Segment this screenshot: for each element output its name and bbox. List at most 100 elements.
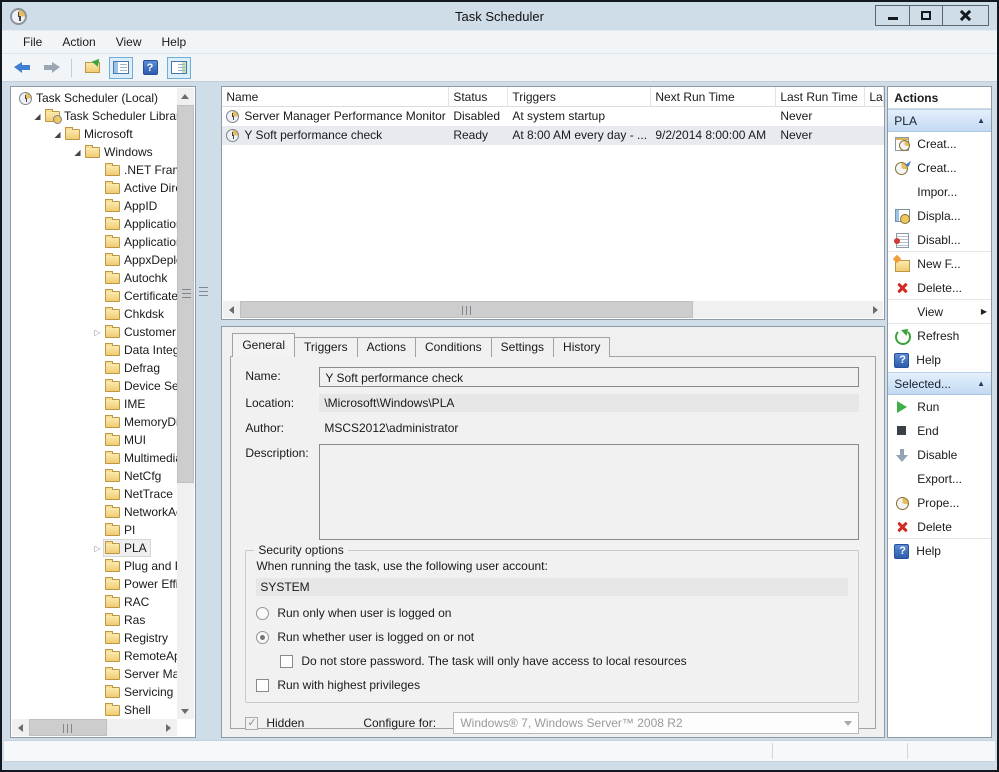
task-list-horizontal-scrollbar[interactable] xyxy=(223,301,883,318)
action-item[interactable]: End ▶ xyxy=(888,419,991,443)
back-button[interactable] xyxy=(10,57,34,79)
tree-expander-icon[interactable] xyxy=(91,544,104,553)
scroll-left-icon[interactable] xyxy=(223,301,239,318)
tree-hscrollbar-thumb[interactable] xyxy=(29,719,107,736)
tree-item[interactable]: Data Integrity S xyxy=(12,341,177,359)
tab[interactable]: General xyxy=(232,333,295,357)
forward-button[interactable] xyxy=(39,57,63,79)
tree-item[interactable]: PI xyxy=(12,521,177,539)
column-header[interactable]: Name xyxy=(222,87,449,107)
tree-item[interactable]: MemoryDiagno xyxy=(12,413,177,431)
tree-item[interactable]: Device Setup xyxy=(12,377,177,395)
tree-item[interactable]: Server Manager xyxy=(12,665,177,683)
tree-item[interactable]: Autochk xyxy=(12,269,177,287)
tree-item[interactable]: .NET Framework xyxy=(12,161,177,179)
tree-item[interactable]: Shell xyxy=(12,701,177,719)
tree-scrollbar-thumb[interactable] xyxy=(177,105,194,483)
tree-item[interactable]: AppID xyxy=(12,197,177,215)
column-header[interactable]: Triggers xyxy=(508,87,651,107)
tree-item[interactable]: NetCfg xyxy=(12,467,177,485)
action-item[interactable]: Run ▶ xyxy=(888,395,991,419)
maximize-button[interactable] xyxy=(909,6,942,25)
action-item[interactable]: New F... ▶ xyxy=(888,252,991,276)
tree-item[interactable]: Plug and Play xyxy=(12,557,177,575)
tree-item[interactable]: RemoteApp and xyxy=(12,647,177,665)
action-item[interactable]: Disabl... ▶ xyxy=(888,228,991,252)
pane-splitter[interactable] xyxy=(196,86,222,738)
radio-run-only-logged-on[interactable] xyxy=(256,607,269,620)
column-header[interactable]: Next Run Time xyxy=(651,87,776,107)
tree-item[interactable]: Task Scheduler (Local) xyxy=(12,89,177,107)
tree-expander-icon[interactable] xyxy=(71,148,84,157)
action-item[interactable]: View ▶ xyxy=(888,300,991,324)
tree-item[interactable]: Windows xyxy=(12,143,177,161)
actions-group-header-selected[interactable]: Selected... ▲ xyxy=(888,372,991,395)
menu-item[interactable]: View xyxy=(107,32,151,52)
tree-item[interactable]: Power Efficienc xyxy=(12,575,177,593)
tree-item[interactable]: CertificateServic xyxy=(12,287,177,305)
tree-item[interactable]: Registry xyxy=(12,629,177,647)
tree-item[interactable]: Task Scheduler Library xyxy=(12,107,177,125)
action-item[interactable]: Help ▶ xyxy=(888,348,991,372)
tree-expander-icon[interactable] xyxy=(31,112,44,121)
tree-expander-icon[interactable] xyxy=(91,328,104,337)
checkbox-run-highest-privileges[interactable] xyxy=(256,679,269,692)
column-header[interactable]: Status xyxy=(449,87,508,107)
tree-item[interactable]: Application Exp xyxy=(12,215,177,233)
action-item[interactable]: Disable ▶ xyxy=(888,443,991,467)
tree-item[interactable]: Servicing xyxy=(12,683,177,701)
close-button[interactable] xyxy=(942,6,988,25)
tree-item[interactable]: NetTrace xyxy=(12,485,177,503)
tab[interactable]: Actions xyxy=(357,337,416,357)
tree-item[interactable]: Chkdsk xyxy=(12,305,177,323)
collapse-arrow-icon[interactable]: ▲ xyxy=(977,116,985,125)
tree-item[interactable]: Defrag xyxy=(12,359,177,377)
tree-item[interactable]: RAC xyxy=(12,593,177,611)
checkbox-hidden[interactable] xyxy=(245,717,258,730)
action-item[interactable]: Export... ▶ xyxy=(888,467,991,491)
tree-item[interactable]: ApplicationData xyxy=(12,233,177,251)
action-item[interactable]: Impor... ▶ xyxy=(888,180,991,204)
up-one-level-button[interactable] xyxy=(80,57,104,79)
tab[interactable]: Triggers xyxy=(294,337,358,357)
tree-item[interactable]: Active Directory xyxy=(12,179,177,197)
tab[interactable]: Conditions xyxy=(415,337,492,357)
collapse-arrow-icon[interactable]: ▲ xyxy=(977,379,985,388)
action-item[interactable]: Help ▶ xyxy=(888,539,991,563)
task-row[interactable]: Y Soft performance check Ready At 8:00 A… xyxy=(222,126,884,145)
radio-run-logged-on-or-not[interactable] xyxy=(256,631,269,644)
tree-vertical-scrollbar[interactable] xyxy=(177,88,194,719)
tree-item[interactable]: Multimedia xyxy=(12,449,177,467)
task-row[interactable]: Server Manager Performance Monitor Disab… xyxy=(222,107,884,126)
menu-item[interactable]: Action xyxy=(53,32,104,52)
tree-item[interactable]: MUI xyxy=(12,431,177,449)
action-item[interactable]: Creat... ▶ xyxy=(888,156,991,180)
tree-item[interactable]: Ras xyxy=(12,611,177,629)
tree-item[interactable]: Customer Exper xyxy=(12,323,177,341)
scroll-left-icon[interactable] xyxy=(12,719,28,736)
tab[interactable]: History xyxy=(553,337,610,357)
tree-horizontal-scrollbar[interactable] xyxy=(12,719,177,736)
scroll-right-icon[interactable] xyxy=(161,719,177,736)
scroll-up-icon[interactable] xyxy=(177,88,194,104)
tree-item[interactable]: IME xyxy=(12,395,177,413)
tree-item[interactable]: PLA xyxy=(12,539,177,557)
scroll-right-icon[interactable] xyxy=(867,301,883,318)
task-list-hscrollbar-thumb[interactable] xyxy=(240,301,693,318)
console-tree-toggle-button[interactable] xyxy=(109,57,133,79)
menu-item[interactable]: File xyxy=(14,32,51,52)
menu-item[interactable]: Help xyxy=(153,32,196,52)
description-field[interactable] xyxy=(319,444,859,540)
tree-item[interactable]: AppxDeployme xyxy=(12,251,177,269)
action-item[interactable]: Creat... ▶ xyxy=(888,132,991,156)
tree-item[interactable]: Microsoft xyxy=(12,125,177,143)
action-pane-toggle-button[interactable] xyxy=(167,57,191,79)
action-item[interactable]: Refresh ▶ xyxy=(888,324,991,348)
scroll-down-icon[interactable] xyxy=(177,703,194,719)
tree-expander-icon[interactable] xyxy=(51,130,64,139)
column-header[interactable]: Last Run Time xyxy=(776,87,865,107)
splitter-grip-icon[interactable] xyxy=(199,287,208,299)
tab[interactable]: Settings xyxy=(491,337,554,357)
action-item[interactable]: Displa... ▶ xyxy=(888,204,991,228)
help-button[interactable] xyxy=(138,57,162,79)
